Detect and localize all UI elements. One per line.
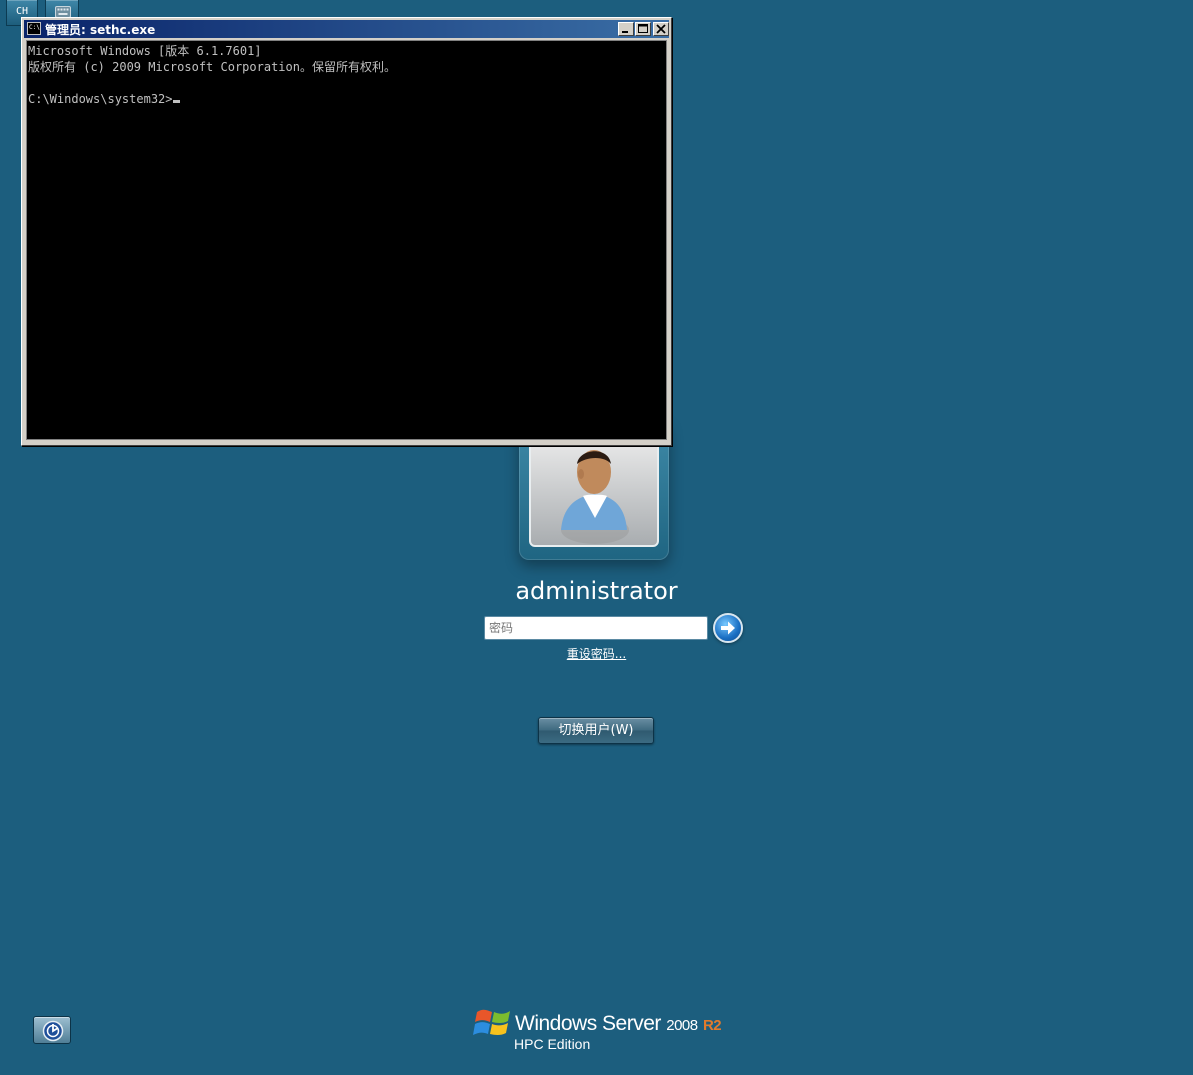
ease-of-access-icon — [42, 1020, 64, 1042]
console-app-icon[interactable]: C:\ — [27, 22, 41, 35]
console-prompt: C:\Windows\system32> — [28, 92, 173, 106]
switch-user-button[interactable]: 切换用户(W) — [538, 717, 654, 744]
username-label: administrator — [515, 577, 678, 605]
minimize-icon — [622, 31, 628, 33]
console-titlebar[interactable]: C:\ 管理员: sethc.exe — [24, 20, 669, 38]
submit-button[interactable] — [713, 613, 743, 643]
maximize-button[interactable] — [635, 22, 651, 36]
arrow-right-icon — [721, 621, 735, 635]
user-avatar-icon — [561, 450, 629, 544]
console-title: 管理员: sethc.exe — [45, 23, 156, 37]
close-icon — [656, 24, 666, 34]
windows-server-branding: Windows Server 2008 R2 HPC Edition — [473, 1004, 733, 1054]
user-avatar-frame — [529, 432, 659, 547]
console-prompt-line: C:\Windows\system32> — [28, 91, 665, 107]
edition-name: HPC Edition — [514, 1036, 591, 1052]
windows-flag-icon — [473, 1009, 510, 1035]
minimize-button[interactable] — [618, 22, 634, 36]
maximize-icon — [638, 24, 648, 33]
console-line: Microsoft Windows [版本 6.1.7601] — [28, 44, 262, 58]
close-button[interactable] — [653, 22, 669, 36]
product-name: Windows Server 2008 R2 — [515, 1012, 722, 1035]
ease-of-access-button[interactable] — [33, 1016, 71, 1044]
reset-password-link[interactable]: 重设密码... — [0, 645, 1193, 662]
text-cursor — [172, 100, 180, 103]
console-window[interactable]: C:\ 管理员: sethc.exe Microsoft Windows [版本… — [21, 17, 672, 446]
console-output[interactable]: Microsoft Windows [版本 6.1.7601] 版权所有 (c)… — [26, 40, 667, 440]
password-input[interactable] — [484, 616, 708, 640]
console-line: 版权所有 (c) 2009 Microsoft Corporation。保留所有… — [28, 60, 396, 74]
